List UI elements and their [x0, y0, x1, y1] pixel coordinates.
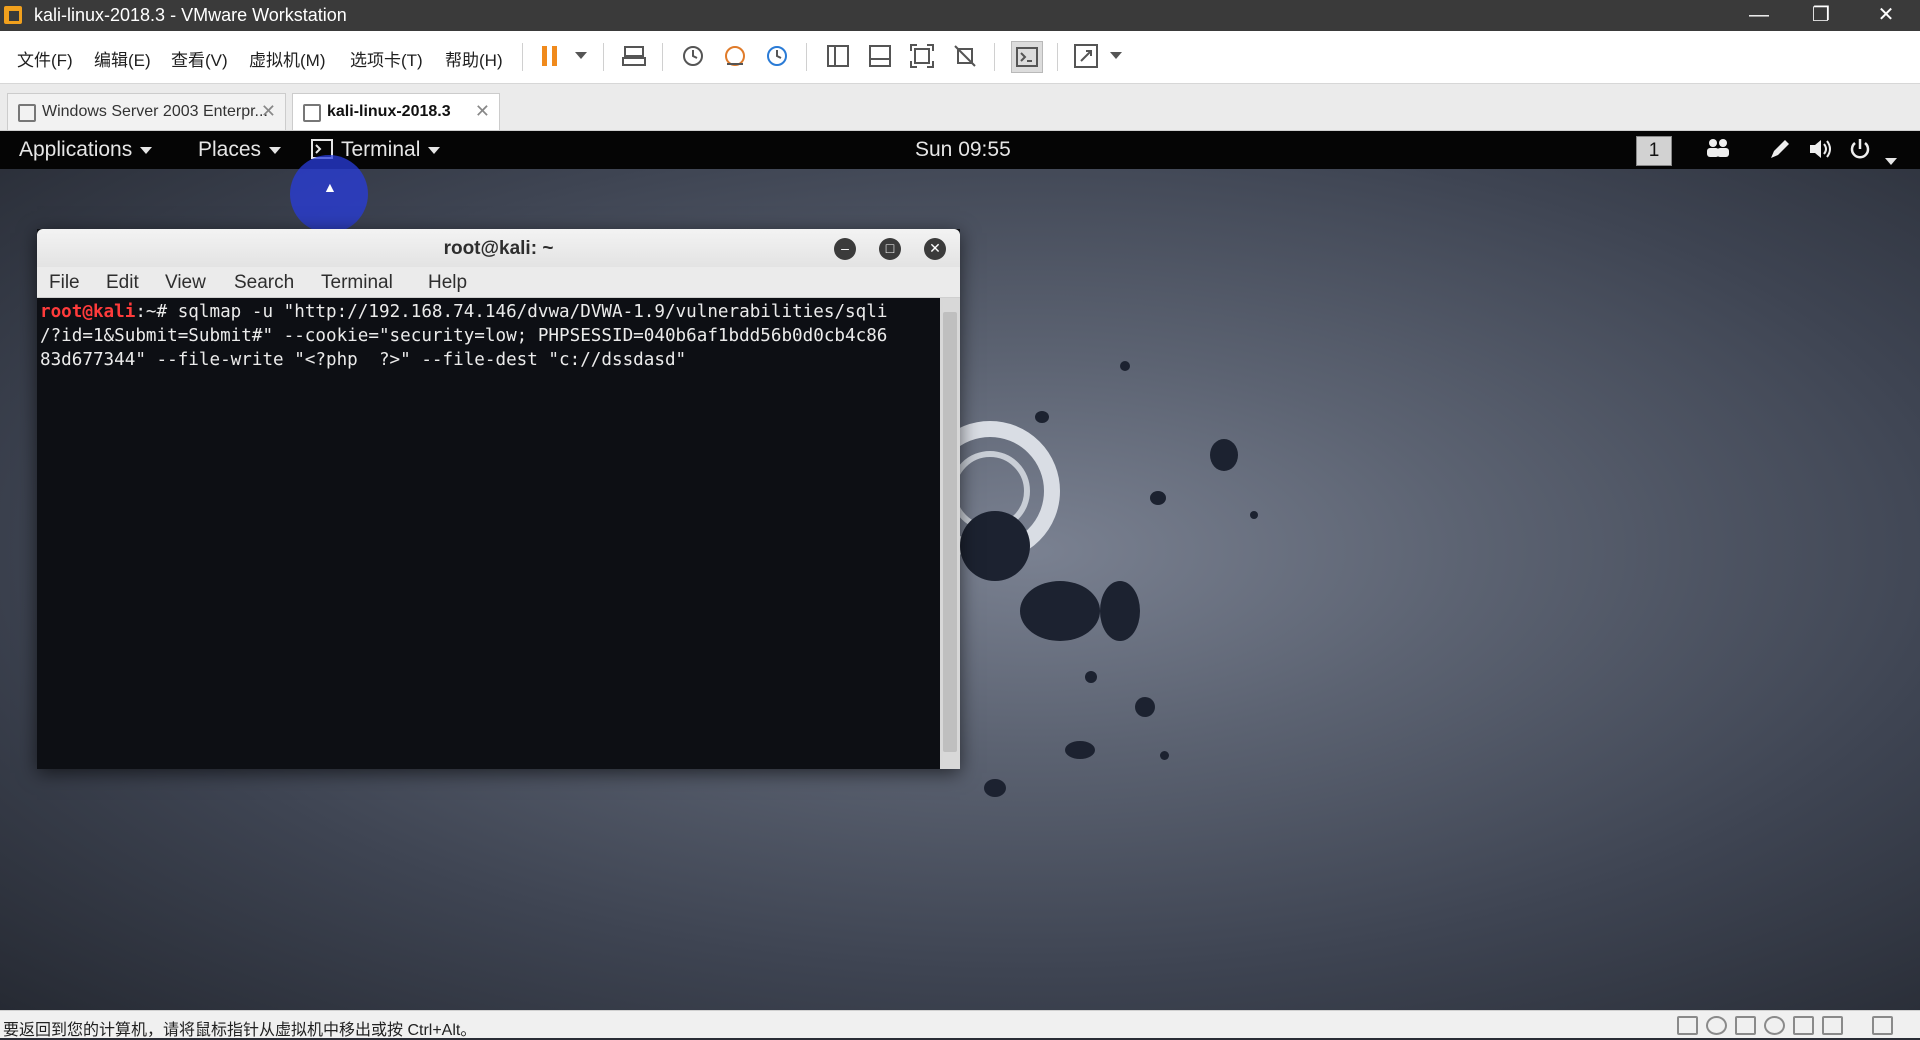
toolbar-separator	[522, 43, 523, 71]
vm-tab-bar: Windows Server 2003 Enterpr... ✕ kali-li…	[0, 84, 1920, 131]
restore-button[interactable]: ❐	[1790, 0, 1852, 31]
close-button[interactable]: ✕	[1855, 0, 1917, 31]
clock[interactable]: Sun 09:55	[915, 138, 1011, 162]
tab-label: Windows Server 2003 Enterpr...	[42, 103, 268, 120]
workspace-indicator[interactable]: 1	[1636, 136, 1672, 166]
toolbar-separator	[994, 43, 995, 71]
full-screen-icon[interactable]	[907, 41, 937, 71]
unity-icon[interactable]	[950, 41, 980, 71]
tab-windows-server-2003[interactable]: Windows Server 2003 Enterpr... ✕	[7, 93, 286, 130]
menu-toolbar: 文件(F) 编辑(E) 查看(V) 虚拟机(M) 选项卡(T) 帮助(H)	[0, 31, 1920, 84]
vm-icon	[303, 104, 321, 122]
terminal-title: root@kali: ~	[443, 238, 554, 259]
menu-tabs[interactable]: 选项卡(T)	[350, 46, 423, 71]
system-menu-caret-icon[interactable]	[1885, 147, 1897, 173]
usb-controller-icon[interactable]	[1764, 1016, 1785, 1035]
status-message: 要返回到您的计算机，请将鼠标指针从虚拟机中移出或按 Ctrl+Alt。	[3, 1022, 477, 1039]
menu-vm[interactable]: 虚拟机(M)	[249, 46, 325, 71]
window-title: kali-linux-2018.3 - VMware Workstation	[34, 5, 347, 25]
terminal-titlebar[interactable]: root@kali: ~ – □ ✕	[37, 229, 960, 267]
mouse-cursor-icon: ▲	[323, 179, 337, 195]
vm-icon	[18, 104, 36, 122]
terminal-window[interactable]: root@kali: ~ – □ ✕ File Edit View Search…	[37, 229, 960, 769]
terminal-menu-edit[interactable]: Edit	[106, 272, 139, 294]
snapshot-manager-icon[interactable]	[762, 41, 792, 71]
tab-label: kali-linux-2018.3	[327, 103, 451, 120]
applications-menu[interactable]: Applications	[19, 138, 153, 162]
pen-icon[interactable]	[1768, 137, 1792, 167]
toolbar-separator	[603, 43, 604, 71]
terminal-output[interactable]: root@kali:~# sqlmap -u "http://192.168.7…	[37, 298, 940, 769]
menu-view[interactable]: 查看(V)	[171, 46, 228, 71]
network-adapter-icon[interactable]	[1735, 1016, 1756, 1035]
terminal-scrollbar[interactable]	[940, 298, 960, 769]
status-bar: 要返回到您的计算机，请将鼠标指针从虚拟机中移出或按 Ctrl+Alt。	[0, 1010, 1920, 1039]
terminal-menu-help[interactable]: Help	[428, 272, 467, 294]
terminal-menubar: File Edit View Search Terminal Help	[37, 267, 960, 298]
places-menu[interactable]: Places	[198, 138, 282, 162]
stretch-dropdown-icon[interactable]	[1101, 41, 1131, 71]
terminal-line: /?id=1&Submit=Submit#" --cookie="securit…	[40, 326, 888, 346]
volume-icon[interactable]	[1808, 137, 1834, 167]
menu-edit[interactable]: 编辑(E)	[94, 46, 151, 71]
pause-icon[interactable]	[535, 41, 565, 71]
scrollbar-thumb[interactable]	[943, 312, 957, 752]
caret-down-icon	[428, 146, 441, 154]
applications-label: Applications	[19, 138, 133, 161]
send-ctrl-alt-del-icon[interactable]	[619, 41, 649, 71]
minimize-button[interactable]: —	[1728, 0, 1790, 31]
caret-down-icon	[269, 146, 282, 154]
terminal-menu-search[interactable]: Search	[234, 272, 294, 294]
console-view-icon[interactable]	[1011, 41, 1043, 73]
close-tab-icon[interactable]: ✕	[261, 101, 276, 122]
caret-down-icon	[140, 146, 153, 154]
window-titlebar: kali-linux-2018.3 - VMware Workstation —…	[0, 0, 1920, 31]
stretch-guest-icon[interactable]	[1071, 41, 1101, 71]
hard-disk-icon[interactable]	[1677, 1016, 1698, 1035]
message-log-icon[interactable]	[1872, 1016, 1893, 1035]
people-icon[interactable]	[1706, 137, 1730, 165]
terminal-menu-view[interactable]: View	[165, 272, 206, 294]
gnome-top-bar: Applications Places Terminal Sun 09:55 1	[0, 131, 1920, 169]
terminal-label: Terminal	[341, 138, 421, 161]
places-label: Places	[198, 138, 262, 161]
cd-dvd-icon[interactable]	[1706, 1016, 1727, 1035]
terminal-menu-terminal[interactable]: Terminal	[321, 272, 393, 294]
revert-snapshot-icon[interactable]	[720, 41, 750, 71]
terminal-menu-file[interactable]: File	[49, 272, 80, 294]
maximize-icon[interactable]: □	[879, 238, 901, 260]
minimize-icon[interactable]: –	[834, 238, 856, 260]
close-tab-icon[interactable]: ✕	[475, 101, 490, 122]
terminal-line: 83d677344" --file-write "<?php ?>" --fil…	[40, 350, 687, 370]
toolbar-separator	[806, 43, 807, 71]
show-library-icon[interactable]	[823, 41, 853, 71]
sound-card-icon[interactable]	[1822, 1016, 1843, 1035]
toolbar-separator	[662, 43, 663, 71]
command-text: sqlmap -u "http://192.168.74.146/dvwa/DV…	[177, 302, 888, 322]
prompt-path: :~#	[135, 302, 178, 322]
menu-help[interactable]: 帮助(H)	[445, 46, 503, 71]
tab-kali-linux[interactable]: kali-linux-2018.3 ✕	[292, 93, 500, 130]
menu-file[interactable]: 文件(F)	[17, 46, 73, 71]
terminal-line: root@kali:~# sqlmap -u "http://192.168.7…	[40, 300, 940, 324]
power-icon[interactable]	[1848, 137, 1872, 167]
power-dropdown-icon[interactable]	[566, 41, 596, 71]
prompt-user: root@kali	[40, 302, 136, 322]
thumbnail-bar-icon[interactable]	[865, 41, 895, 71]
printer-icon[interactable]	[1793, 1016, 1814, 1035]
guest-desktop[interactable]: Applications Places Terminal Sun 09:55 1…	[0, 131, 1920, 1010]
vmware-app-icon	[4, 6, 22, 24]
close-icon[interactable]: ✕	[924, 238, 946, 260]
toolbar-separator	[1057, 43, 1058, 71]
snapshot-icon[interactable]	[678, 41, 708, 71]
